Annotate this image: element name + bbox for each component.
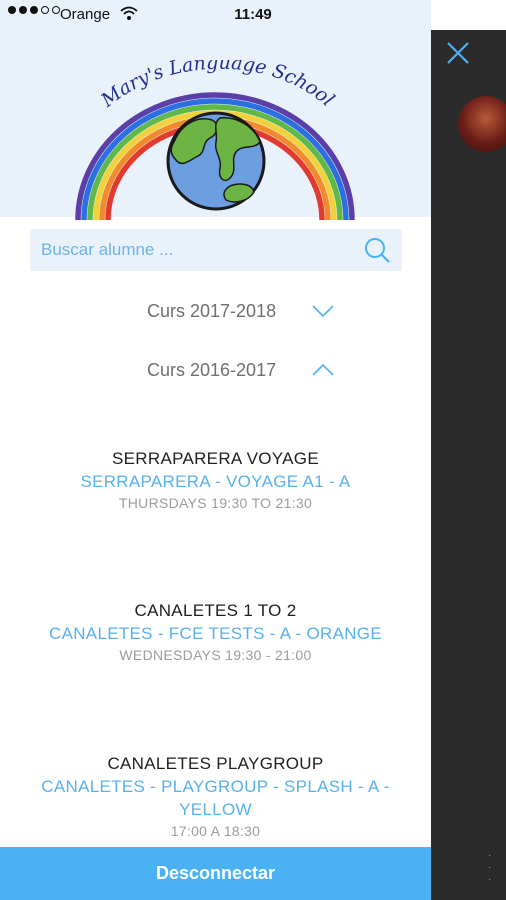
course-year-2017-2018[interactable]: Curs 2017-2018 <box>0 293 431 329</box>
group-schedule: WEDNESDAYS 19:30 - 21:00 <box>119 647 312 663</box>
course-year-2016-2017[interactable]: Curs 2016-2017 <box>0 352 431 388</box>
group-item[interactable]: CANALETES 1 TO 2 CANALETES - FCE TESTS -… <box>0 600 431 665</box>
course-year-label: Curs 2017-2018 <box>147 301 277 321</box>
group-name: SERRAPARERA VOYAGE <box>112 449 319 468</box>
group-name: CANALETES 1 TO 2 <box>134 601 297 620</box>
group-schedule: 17:00 A 18:30 <box>170 823 261 839</box>
close-icon[interactable] <box>443 38 473 68</box>
search-icon[interactable] <box>363 236 391 264</box>
logout-button[interactable]: Desconnectar <box>0 847 431 900</box>
drawer-header: Mary's Language School <box>0 0 431 220</box>
avatar[interactable] <box>458 96 506 152</box>
group-name: CANALETES PLAYGROUP <box>107 754 324 773</box>
chevron-up-icon <box>312 363 334 376</box>
side-drawer: Mary's Language School Orange 11:49 Curs… <box>0 0 431 900</box>
group-schedule: THURSDAYS 19:30 TO 21:30 <box>118 495 313 511</box>
chevron-down-icon <box>312 305 334 318</box>
status-bar: Orange 11:49 <box>0 0 431 30</box>
group-subgroup-link[interactable]: CANALETES - PLAYGROUP - SPLASH - A - YEL… <box>0 775 431 821</box>
clock: 11:49 <box>234 6 272 23</box>
decorative-dots: · · · <box>488 850 492 885</box>
course-year-label: Curs 2016-2017 <box>147 360 277 380</box>
search-input[interactable] <box>30 229 402 271</box>
group-item[interactable]: CANALETES PLAYGROUP CANALETES - PLAYGROU… <box>0 753 431 841</box>
group-subgroup-link[interactable]: SERRAPARERA - VOYAGE A1 - A <box>0 470 431 493</box>
group-item[interactable]: SERRAPARERA VOYAGE SERRAPARERA - VOYAGE … <box>0 448 431 513</box>
statusbar-right-bg <box>431 0 506 30</box>
group-subgroup-link[interactable]: CANALETES - FCE TESTS - A - ORANGE <box>0 622 431 645</box>
school-logo: Mary's Language School <box>75 60 355 220</box>
